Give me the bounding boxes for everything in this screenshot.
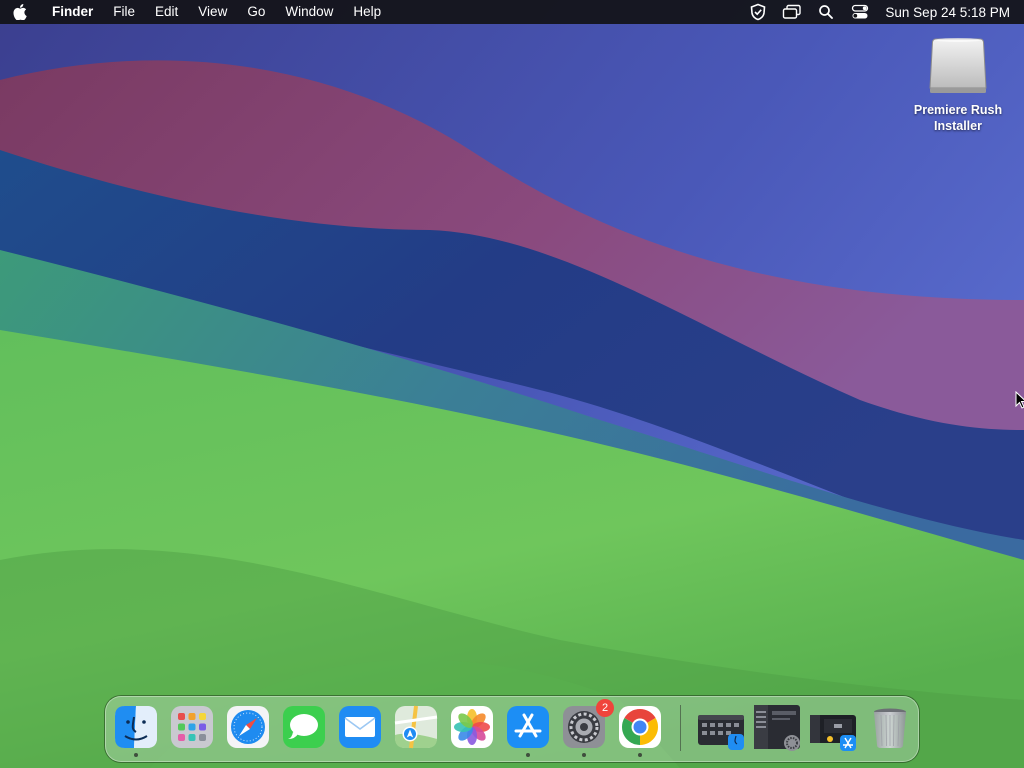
- screen-mirroring-icon[interactable]: [775, 0, 809, 24]
- dock-item-maps[interactable]: [394, 705, 438, 749]
- desktop-icon-premiere-rush-installer[interactable]: Premiere Rush Installer: [900, 34, 1016, 134]
- dock-item-mail[interactable]: [338, 705, 382, 749]
- menu-window[interactable]: Window: [275, 0, 343, 24]
- dock-item-messages[interactable]: [282, 705, 326, 749]
- safari-icon: [227, 706, 269, 748]
- launchpad-icon: [171, 706, 213, 748]
- dock-item-safari[interactable]: [226, 705, 270, 749]
- menu-bar-clock[interactable]: Sun Sep 24 5:18 PM: [877, 5, 1010, 20]
- messages-icon: [283, 706, 325, 748]
- dock: 2: [105, 696, 919, 762]
- finder-icon: [115, 706, 157, 748]
- vpn-shield-icon[interactable]: [741, 0, 775, 24]
- notification-badge: 2: [596, 699, 614, 717]
- dock-separator: [680, 705, 681, 751]
- mail-icon: [339, 706, 381, 748]
- mouse-cursor-icon: [1015, 391, 1024, 409]
- menu-bar: Finder File Edit View Go Window Help Sun…: [0, 0, 1024, 24]
- dock-minimized-window-settings[interactable]: [752, 703, 802, 753]
- menu-view[interactable]: View: [188, 0, 237, 24]
- menu-help[interactable]: Help: [343, 0, 391, 24]
- minimized-window-settings-icon: [754, 705, 800, 751]
- desktop-icon-label: Premiere Rush Installer: [913, 103, 1003, 133]
- dock-item-photos[interactable]: [450, 705, 494, 749]
- menu-app-finder[interactable]: Finder: [40, 0, 103, 24]
- dock-item-system-settings[interactable]: 2: [562, 699, 614, 757]
- trash-icon: [874, 708, 906, 748]
- dock-item-launchpad[interactable]: [170, 705, 214, 749]
- dock-item-google-chrome[interactable]: [618, 705, 662, 757]
- minimized-window-app-store-icon: [810, 715, 856, 751]
- control-center-icon[interactable]: [843, 0, 877, 24]
- app-store-icon: [507, 706, 549, 748]
- photos-icon: [451, 706, 493, 748]
- apple-logo-icon[interactable]: [0, 4, 40, 20]
- dock-minimized-window-finder[interactable]: [696, 703, 746, 753]
- chrome-icon: [619, 706, 661, 748]
- dock-minimized-window-app-store[interactable]: [808, 703, 858, 753]
- dock-item-trash[interactable]: [868, 705, 912, 749]
- menu-file[interactable]: File: [103, 0, 145, 24]
- menu-go[interactable]: Go: [237, 0, 275, 24]
- dock-item-app-store[interactable]: [506, 705, 550, 757]
- maps-icon: [394, 705, 438, 749]
- disk-image-icon: [929, 38, 987, 93]
- menu-edit[interactable]: Edit: [145, 0, 188, 24]
- desktop-wallpaper: [0, 0, 1024, 768]
- dock-item-finder[interactable]: [114, 705, 158, 757]
- minimized-window-finder-icon: [698, 715, 744, 750]
- spotlight-search-icon[interactable]: [809, 0, 843, 24]
